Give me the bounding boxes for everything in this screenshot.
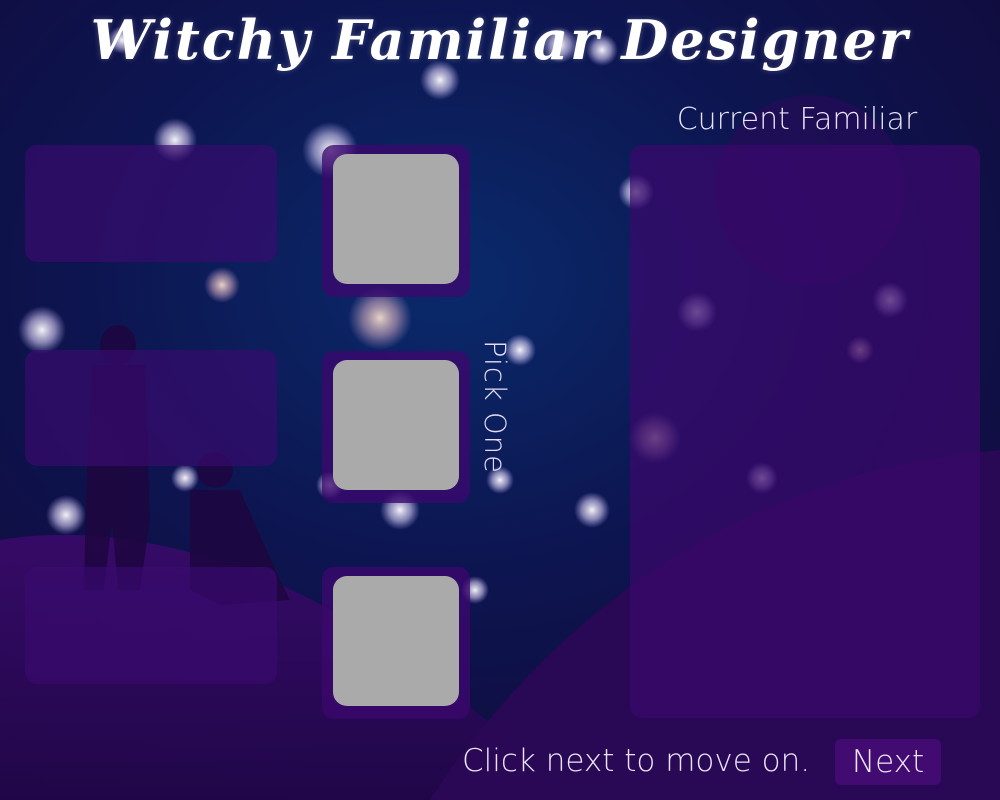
page-title: Witchy Familiar Designer bbox=[90, 8, 910, 72]
next-button[interactable]: Next bbox=[835, 739, 941, 785]
pick-one-label: Pick One bbox=[478, 340, 512, 474]
option-panel-1[interactable] bbox=[25, 145, 277, 262]
familiar-choice-1[interactable] bbox=[333, 154, 459, 284]
option-panel-3[interactable] bbox=[25, 567, 277, 684]
familiar-choice-2[interactable] bbox=[333, 360, 459, 490]
swatch-frame-2 bbox=[322, 351, 470, 503]
option-panel-2[interactable] bbox=[25, 350, 277, 466]
swatch-frame-3 bbox=[322, 567, 470, 719]
familiar-choice-3[interactable] bbox=[333, 576, 459, 706]
familiar-preview-panel bbox=[630, 145, 980, 718]
hint-text: Click next to move on. bbox=[462, 743, 811, 779]
swatch-frame-1 bbox=[322, 145, 470, 297]
current-familiar-label: Current Familiar bbox=[676, 102, 918, 137]
